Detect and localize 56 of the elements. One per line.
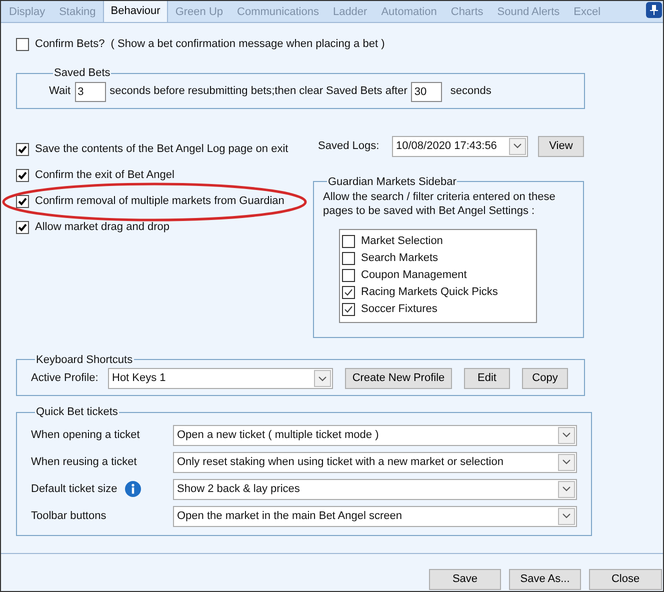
group-title: Saved Bets: [53, 66, 112, 81]
checkbox[interactable]: [16, 169, 29, 182]
saved-logs-label: Saved Logs:: [318, 138, 380, 154]
saved-logs-dropdown[interactable]: 10/08/2020 17:43:56: [392, 136, 528, 156]
button[interactable]: Save As...: [509, 569, 581, 590]
input-field[interactable]: 3: [74, 82, 106, 102]
pin-icon[interactable]: [646, 2, 662, 18]
list-item-label: Market Selection: [361, 234, 443, 250]
checkbox[interactable]: [16, 38, 29, 50]
checkbox-label: Confirm Bets? ( Show a bet confirmation message when placing a bet ): [35, 36, 385, 52]
active-profile-label: Active Profile:: [31, 371, 100, 386]
field-label: Default ticket size: [31, 482, 118, 497]
checkbox[interactable]: [342, 252, 355, 265]
checkbox[interactable]: [342, 303, 355, 316]
option-dropdown[interactable]: Only reset staking when using ticket with a new market or selection: [173, 452, 577, 472]
button[interactable]: Edit: [464, 368, 510, 389]
option-dropdown[interactable]: Open the market in the main Bet Angel screen: [173, 506, 577, 526]
info-icon[interactable]: [125, 481, 142, 497]
checkbox[interactable]: [342, 235, 355, 248]
resubmit-text: seconds before resubmitting bets;then clear Saved Bets after: [110, 84, 408, 100]
checkmark-icon: [18, 223, 27, 232]
wait-label: Wait: [49, 84, 71, 100]
description-text: Allow the search / filter criteria entered on these pages to be saved with Bet Angel Settings :: [323, 190, 556, 218]
list-item-label: Coupon Management: [361, 268, 467, 284]
option-dropdown[interactable]: Open a new ticket ( multiple ticket mode ): [173, 424, 577, 446]
checkbox[interactable]: [16, 221, 29, 234]
checkbox-label: Allow market drag and drop: [35, 220, 170, 236]
checkbox-label: Confirm the exit of Bet Angel: [35, 168, 174, 184]
button[interactable]: Save: [429, 569, 501, 590]
field-label: Toolbar buttons: [31, 508, 106, 524]
checkbox-label: Confirm removal of multiple markets from Guardian: [35, 194, 284, 210]
tab[interactable]: Behaviour: [102, 1, 168, 22]
list-item-label: Search Markets: [361, 251, 438, 266]
button[interactable]: Close: [589, 569, 662, 590]
group-title: Keyboard Shortcuts: [35, 352, 134, 368]
button[interactable]: View: [538, 136, 584, 156]
list-item-label: Soccer Fixtures: [361, 302, 438, 318]
field-label: When reusing a ticket: [31, 454, 137, 470]
input-field[interactable]: 30: [411, 82, 442, 102]
button[interactable]: Copy: [522, 368, 568, 389]
checkbox[interactable]: [342, 286, 355, 299]
profile-dropdown[interactable]: Hot Keys 1: [108, 368, 333, 389]
checkbox[interactable]: [342, 269, 355, 282]
button[interactable]: Create New Profile: [345, 368, 452, 389]
checkbox-label: Save the contents of the Bet Angel Log page on exit: [35, 142, 288, 158]
list-item-label: Racing Markets Quick Picks: [361, 285, 498, 300]
checkmark-icon: [18, 145, 27, 154]
checkbox[interactable]: [16, 143, 29, 156]
group-title: Guardian Markets Sidebar: [327, 174, 458, 190]
field-label: When opening a ticket: [31, 428, 140, 443]
checkmark-icon: [18, 197, 27, 206]
option-dropdown[interactable]: Show 2 back & lay prices: [173, 478, 577, 500]
group-title: Quick Bet tickets: [35, 405, 119, 420]
seconds-label: seconds: [450, 84, 492, 100]
checkmark-icon: [18, 171, 27, 180]
checkbox[interactable]: [16, 195, 29, 208]
